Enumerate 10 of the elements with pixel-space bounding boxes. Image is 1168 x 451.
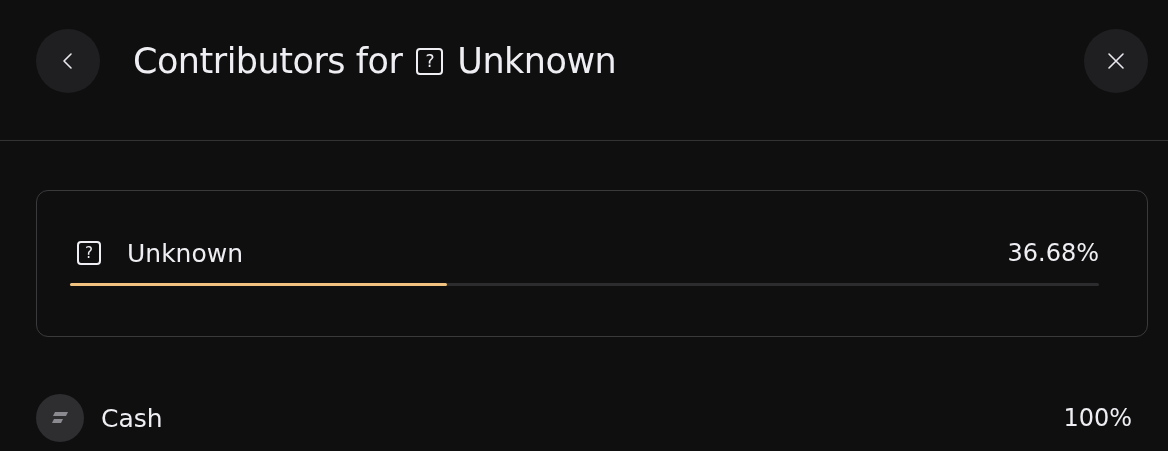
cash-icon (36, 394, 84, 442)
contributor-name: Cash (101, 403, 163, 433)
question-icon: ? (416, 47, 444, 75)
title-text: Contributors for (133, 41, 403, 81)
percent-value: 100% (1063, 404, 1132, 432)
percent-value: 36.68% (1007, 239, 1099, 267)
title-name: Unknown (457, 41, 617, 81)
close-icon (1106, 51, 1126, 71)
asset-name: Unknown (127, 238, 244, 268)
question-icon: ? (77, 241, 101, 265)
